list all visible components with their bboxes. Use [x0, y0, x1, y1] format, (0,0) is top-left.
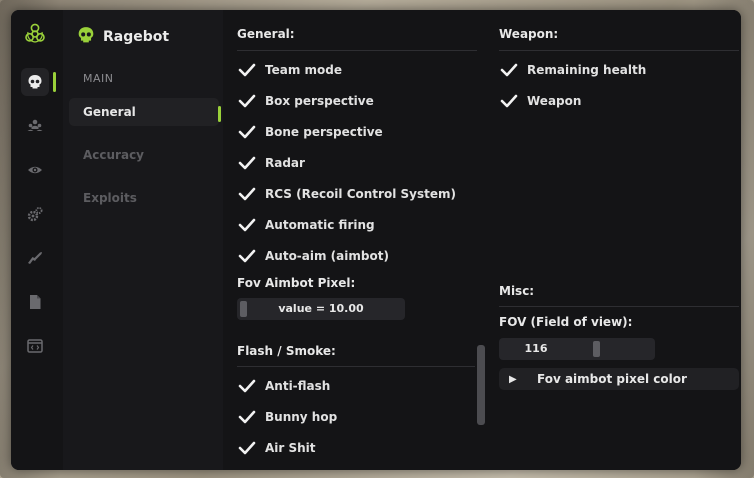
slider-value: value = 10.00: [278, 302, 364, 315]
check-icon: [500, 63, 518, 77]
checkbox-label: RCS (Recoil Control System): [265, 187, 456, 201]
players-icon[interactable]: [23, 114, 47, 138]
fov-slider[interactable]: 116: [499, 338, 655, 360]
radar-checkbox[interactable]: Radar: [237, 153, 305, 173]
scrollbar[interactable]: [477, 345, 485, 425]
biohazard-logo-icon: [23, 22, 47, 46]
menu-active-indicator: [218, 106, 221, 122]
general-separator: [237, 50, 477, 51]
weapon-title: Weapon:: [499, 27, 559, 41]
fov-color-button[interactable]: ▶ Fov aimbot pixel color: [499, 368, 739, 390]
remaining-health-checkbox[interactable]: Remaining health: [499, 60, 646, 80]
checkbox-label: Box perspective: [265, 94, 374, 108]
active-icon-indicator: [53, 72, 56, 92]
flash-smoke-title: Flash / Smoke:: [237, 344, 336, 358]
icon-sidebar: [11, 10, 57, 470]
check-icon: [238, 187, 256, 201]
rifle-icon[interactable]: [23, 246, 47, 270]
flash-separator: [237, 366, 475, 367]
checkbox-label: Remaining health: [527, 63, 647, 77]
code-window-icon[interactable]: [23, 334, 47, 358]
file-icon[interactable]: [23, 290, 47, 314]
settings-panel: General: Team mode Box perspective Bone …: [223, 10, 741, 470]
brand: Ragebot: [77, 26, 169, 48]
menu-item-general[interactable]: General: [69, 98, 219, 126]
check-icon: [238, 94, 256, 108]
check-icon: [238, 410, 256, 424]
menu-section-label: MAIN: [83, 72, 114, 85]
eye-icon[interactable]: [23, 158, 47, 182]
fov-aimbot-label: Fov Aimbot Pixel:: [237, 276, 356, 290]
check-icon: [238, 379, 256, 393]
section-menu: Ragebot MAIN General Accuracy Exploits: [63, 10, 223, 470]
automatic-firing-checkbox[interactable]: Automatic firing: [237, 215, 375, 235]
weapon-separator: [499, 50, 739, 51]
gears-icon[interactable]: [23, 202, 47, 226]
checkbox-label: Bone perspective: [265, 125, 383, 139]
checkbox-label: Anti-flash: [265, 379, 331, 393]
fov-aimbot-slider[interactable]: value = 10.00: [237, 298, 405, 320]
check-icon: [238, 441, 256, 455]
slider-value: 116: [524, 342, 548, 355]
color-button-label: Fov aimbot pixel color: [537, 372, 687, 386]
weapon-checkbox[interactable]: Weapon: [499, 91, 581, 111]
box-perspective-checkbox[interactable]: Box perspective: [237, 91, 374, 111]
checkbox-label: Automatic firing: [265, 218, 375, 232]
skull-icon[interactable]: [23, 70, 47, 94]
checkbox-label: Team mode: [265, 63, 342, 77]
bunny-hop-checkbox[interactable]: Bunny hop: [237, 407, 337, 427]
checkbox-label: Radar: [265, 156, 305, 170]
check-icon: [238, 218, 256, 232]
checkbox-label: Auto-aim (aimbot): [265, 249, 389, 263]
menu-item-exploits[interactable]: Exploits: [69, 184, 219, 212]
cheat-menu-window: Ragebot MAIN General Accuracy Exploits G…: [11, 10, 741, 470]
check-icon: [238, 249, 256, 263]
team-mode-checkbox[interactable]: Team mode: [237, 60, 342, 80]
check-icon: [238, 125, 256, 139]
check-icon: [238, 63, 256, 77]
checkbox-label: Air Shit: [265, 441, 316, 455]
menu-item-accuracy[interactable]: Accuracy: [69, 141, 219, 169]
skull-icon: [77, 26, 95, 48]
checkbox-label: Bunny hop: [265, 410, 338, 424]
bone-perspective-checkbox[interactable]: Bone perspective: [237, 122, 383, 142]
rcs-checkbox[interactable]: RCS (Recoil Control System): [237, 184, 456, 204]
general-title: General:: [237, 27, 295, 41]
anti-flash-checkbox[interactable]: Anti-flash: [237, 376, 330, 396]
check-icon: [238, 156, 256, 170]
misc-separator: [499, 306, 739, 307]
misc-title: Misc:: [499, 284, 535, 298]
play-icon: ▶: [509, 373, 517, 385]
fov-field-label: FOV (Field of view):: [499, 315, 633, 329]
checkbox-label: Weapon: [527, 94, 582, 108]
app-title: Ragebot: [103, 29, 170, 45]
air-shit-checkbox[interactable]: Air Shit: [237, 438, 316, 458]
check-icon: [500, 94, 518, 108]
auto-aim-checkbox[interactable]: Auto-aim (aimbot): [237, 246, 389, 266]
slider-handle[interactable]: [593, 341, 600, 357]
